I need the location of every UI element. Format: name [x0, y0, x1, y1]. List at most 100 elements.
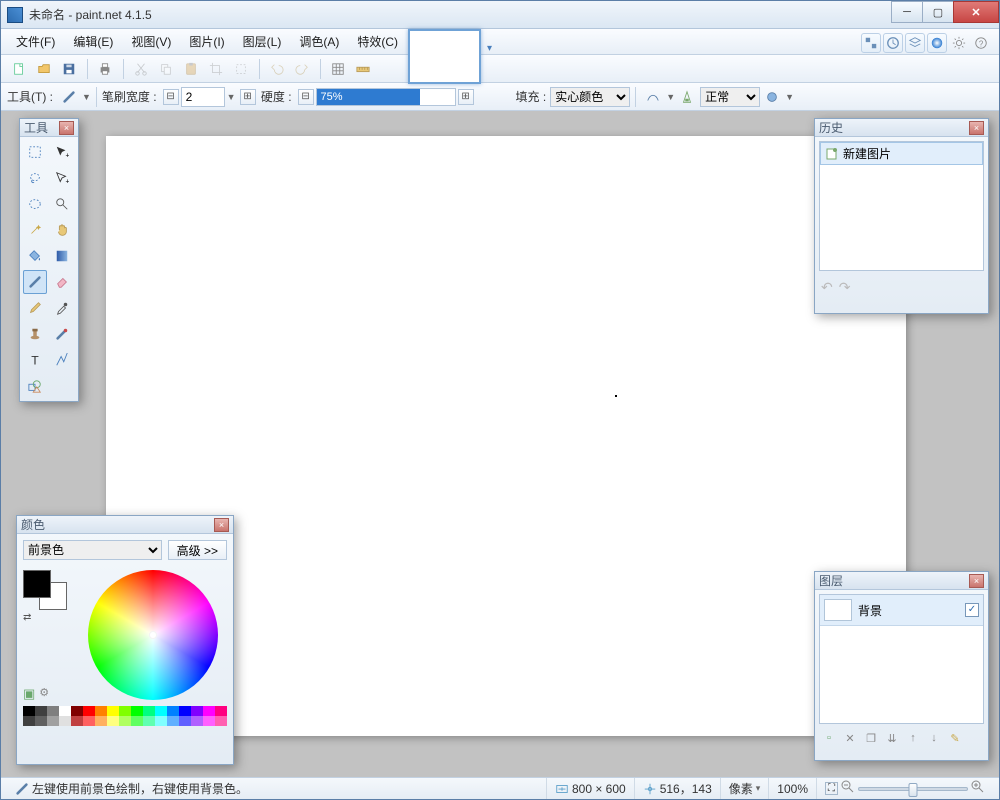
colors-more-button[interactable]: 高级 >>: [168, 540, 227, 560]
toggle-history-button[interactable]: [883, 33, 903, 53]
brush-width-decrease[interactable]: ⊟: [163, 89, 179, 105]
crop-button[interactable]: [204, 57, 228, 81]
units-dropdown-icon[interactable]: ▾: [756, 783, 761, 794]
status-units[interactable]: 像素: [729, 780, 753, 797]
palette-swatch[interactable]: [95, 716, 107, 726]
color-wheel[interactable]: [88, 570, 218, 700]
foreground-color-swatch[interactable]: [23, 570, 51, 598]
tool-shapes[interactable]: [23, 374, 47, 398]
save-button[interactable]: [57, 57, 81, 81]
layer-down-button[interactable]: ↓: [926, 730, 942, 746]
open-button[interactable]: [32, 57, 56, 81]
palette-swatch[interactable]: [107, 716, 119, 726]
tool-eraser[interactable]: [50, 270, 74, 294]
deselect-button[interactable]: [229, 57, 253, 81]
layer-visible-checkbox[interactable]: ✓: [965, 603, 979, 617]
palette-swatch[interactable]: [167, 706, 179, 716]
toggle-layers-button[interactable]: [905, 33, 925, 53]
palette-swatch[interactable]: [119, 716, 131, 726]
color-swatches[interactable]: [23, 570, 67, 610]
layer-duplicate-button[interactable]: ❐: [863, 730, 879, 746]
print-button[interactable]: [93, 57, 117, 81]
blend-icon[interactable]: [675, 85, 699, 109]
brush-width-dropdown-icon[interactable]: ▼: [227, 92, 236, 102]
tool-lasso[interactable]: [23, 166, 47, 190]
zoom-fit-icon[interactable]: ⛶: [825, 782, 838, 795]
tool-magic-wand[interactable]: [23, 218, 47, 242]
palette-swatch[interactable]: [191, 706, 203, 716]
palette-swatch[interactable]: [179, 706, 191, 716]
grid-button[interactable]: [326, 57, 350, 81]
tool-text[interactable]: T: [23, 348, 47, 372]
layer-item[interactable]: 背景 ✓: [820, 595, 983, 626]
tool-gradient[interactable]: [50, 244, 74, 268]
swap-colors-icon[interactable]: ⇄: [23, 612, 31, 623]
layer-add-button[interactable]: ▫: [821, 730, 837, 746]
history-panel[interactable]: 历史× 新建图片 ↶ ↷: [814, 118, 989, 314]
layers-list[interactable]: 背景 ✓: [819, 594, 984, 724]
tool-move-pixels[interactable]: +: [50, 166, 74, 190]
tool-clone-stamp[interactable]: [23, 322, 47, 346]
layers-panel[interactable]: 图层× 背景 ✓ ▫ ✕ ❐ ⇊ ↑ ↓ ✎: [814, 571, 989, 761]
document-thumbnail[interactable]: [408, 29, 481, 84]
hardness-increase[interactable]: ⊞: [458, 89, 474, 105]
thumbnail-dropdown-icon[interactable]: ▾: [487, 43, 492, 54]
palette-swatch[interactable]: [167, 716, 179, 726]
palette-swatch[interactable]: [203, 706, 215, 716]
tool-dropdown-icon[interactable]: ▼: [82, 92, 91, 102]
tool-line[interactable]: [50, 348, 74, 372]
maximize-button[interactable]: ▢: [922, 1, 954, 23]
tool-ellipse-select[interactable]: [23, 192, 47, 216]
tools-panel-close[interactable]: ×: [59, 121, 74, 135]
undo-button[interactable]: [265, 57, 289, 81]
tool-color-picker[interactable]: [50, 296, 74, 320]
menu-layers[interactable]: 图层(L): [234, 29, 291, 54]
layer-properties-button[interactable]: ✎: [947, 730, 963, 746]
color-wheel-indicator[interactable]: [149, 631, 157, 639]
palette-swatch[interactable]: [143, 706, 155, 716]
tool-pencil[interactable]: [23, 296, 47, 320]
palette-swatch[interactable]: [59, 706, 71, 716]
tool-fill[interactable]: [23, 244, 47, 268]
palette-swatch[interactable]: [47, 706, 59, 716]
hardness-decrease[interactable]: ⊟: [298, 89, 314, 105]
new-button[interactable]: [7, 57, 31, 81]
palette-row-2[interactable]: [23, 716, 227, 726]
toggle-tools-button[interactable]: [861, 33, 881, 53]
paste-button[interactable]: [179, 57, 203, 81]
cut-button[interactable]: [129, 57, 153, 81]
blend-mode-select[interactable]: 正常: [700, 87, 760, 107]
color-mode-select[interactable]: 前景色: [23, 540, 162, 560]
palette-swatch[interactable]: [119, 706, 131, 716]
zoom-out-icon[interactable]: [841, 780, 855, 797]
palette-swatch[interactable]: [179, 716, 191, 726]
palette-menu-icon[interactable]: ⚙: [39, 686, 49, 702]
menu-edit[interactable]: 编辑(E): [64, 29, 122, 54]
menu-file[interactable]: 文件(F): [7, 29, 64, 54]
palette-swatch[interactable]: [143, 716, 155, 726]
palette-swatch[interactable]: [155, 716, 167, 726]
palette-swatch[interactable]: [35, 706, 47, 716]
palette-swatch[interactable]: [203, 716, 215, 726]
menu-view[interactable]: 视图(V): [122, 29, 180, 54]
history-redo-icon[interactable]: ↷: [839, 279, 851, 296]
tool-move-selection[interactable]: +: [50, 140, 74, 164]
tool-paintbrush[interactable]: [23, 270, 47, 294]
palette-swatch[interactable]: [83, 706, 95, 716]
palette-row-1[interactable]: [23, 706, 227, 716]
palette-swatch[interactable]: [131, 706, 143, 716]
layer-up-button[interactable]: ↑: [905, 730, 921, 746]
palette-swatch[interactable]: [215, 706, 227, 716]
antialias-dropdown-icon[interactable]: ▼: [666, 92, 675, 102]
redo-button[interactable]: [290, 57, 314, 81]
zoom-slider[interactable]: [858, 787, 968, 791]
colors-panel-close[interactable]: ×: [214, 518, 229, 532]
selection-mode-button[interactable]: [760, 85, 784, 109]
fill-select[interactable]: 实心颜色: [550, 87, 630, 107]
layer-merge-button[interactable]: ⇊: [884, 730, 900, 746]
palette-swatch[interactable]: [35, 716, 47, 726]
minimize-button[interactable]: ─: [891, 1, 923, 23]
current-tool-icon[interactable]: [57, 85, 81, 109]
tool-pan[interactable]: [50, 218, 74, 242]
brush-width-increase[interactable]: ⊞: [240, 89, 256, 105]
